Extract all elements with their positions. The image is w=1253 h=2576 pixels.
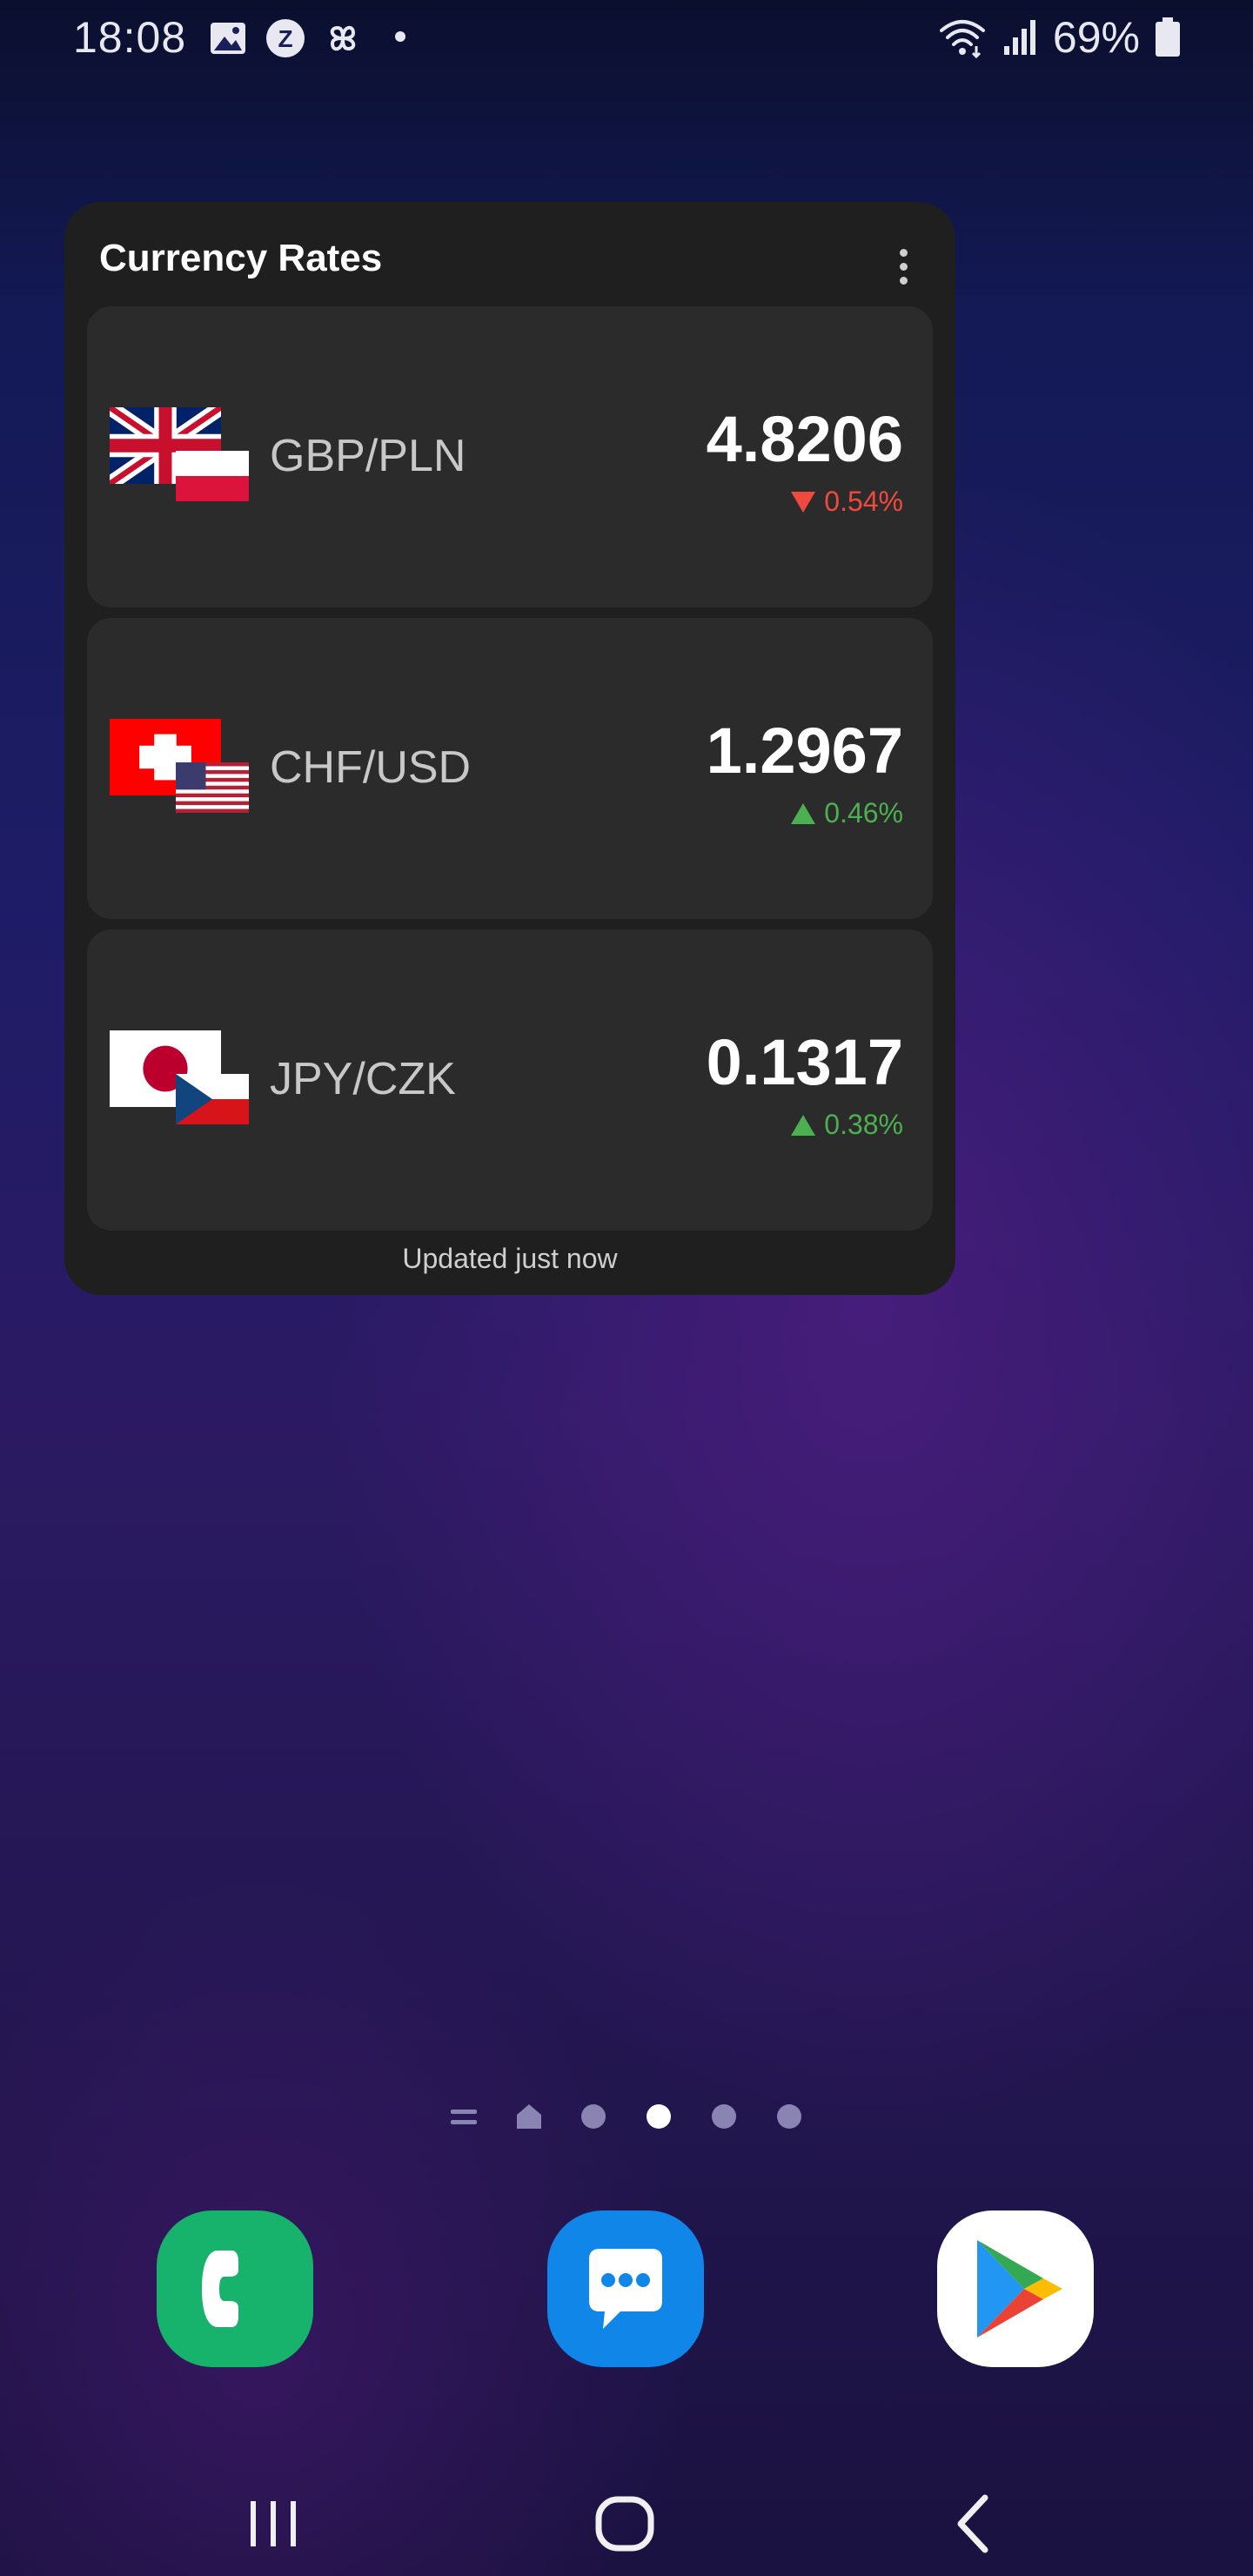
czech-flag-icon bbox=[176, 1074, 249, 1124]
battery-percent: 69% bbox=[1052, 13, 1140, 62]
change-percent: 0.38% bbox=[824, 1109, 903, 1140]
wifi-icon bbox=[939, 20, 985, 58]
more-options-icon[interactable] bbox=[886, 237, 921, 298]
status-bar: 18:08 Z 69% bbox=[0, 0, 1253, 78]
page-dot-active[interactable] bbox=[647, 2104, 671, 2129]
page-dot[interactable] bbox=[777, 2104, 801, 2129]
back-button-icon[interactable] bbox=[922, 2480, 1027, 2567]
triangle-up-icon bbox=[791, 1114, 816, 1136]
play-store-app-icon[interactable] bbox=[937, 2210, 1094, 2367]
change-indicator: 0.54% bbox=[791, 486, 903, 518]
rate-card-chf-usd[interactable]: CHF/USD 1.2967 0.46% bbox=[87, 618, 933, 919]
flags bbox=[110, 407, 258, 508]
flags bbox=[110, 719, 258, 820]
recent-apps-icon[interactable] bbox=[221, 2480, 325, 2567]
change-indicator: 0.46% bbox=[791, 797, 903, 829]
dot-icon bbox=[395, 31, 405, 42]
svg-text:Z: Z bbox=[278, 25, 292, 52]
status-right: 69% bbox=[938, 12, 1180, 63]
triangle-down-icon bbox=[791, 491, 816, 513]
home-indicator-icon[interactable] bbox=[515, 2103, 543, 2130]
rate-card-jpy-czk[interactable]: JPY/CZK 0.1317 0.38% bbox=[87, 929, 933, 1231]
signal-icon bbox=[1003, 20, 1035, 55]
triangle-up-icon bbox=[791, 802, 816, 824]
updated-text: Updated just now bbox=[402, 1243, 618, 1274]
page-dot[interactable] bbox=[712, 2104, 736, 2129]
menu-indicator-icon[interactable] bbox=[451, 2106, 477, 2129]
pinwheel-icon bbox=[330, 25, 356, 51]
change-percent: 0.46% bbox=[824, 797, 903, 828]
rate-value: 0.1317 bbox=[706, 1026, 903, 1098]
poland-flag-icon bbox=[176, 451, 249, 501]
page-dot[interactable] bbox=[581, 2104, 606, 2129]
battery-icon bbox=[1156, 17, 1180, 57]
home-button-icon[interactable] bbox=[573, 2480, 677, 2567]
status-time: 18:08 bbox=[73, 13, 187, 62]
change-percent: 0.54% bbox=[824, 486, 903, 517]
rate-value: 1.2967 bbox=[706, 714, 903, 787]
pair-label: GBP/PLN bbox=[270, 431, 466, 481]
z-app-icon: Z bbox=[266, 19, 305, 57]
navigation-bar bbox=[0, 2454, 1253, 2576]
page-indicator[interactable] bbox=[0, 2097, 1253, 2132]
messages-app-icon[interactable] bbox=[547, 2210, 704, 2367]
phone-app-icon[interactable] bbox=[157, 2210, 313, 2367]
rate-card-gbp-pln[interactable]: GBP/PLN 4.8206 0.54% bbox=[87, 306, 933, 607]
widget-title: Currency Rates bbox=[99, 237, 383, 279]
image-icon bbox=[211, 23, 245, 54]
pair-label: JPY/CZK bbox=[270, 1054, 456, 1104]
rate-value: 4.8206 bbox=[706, 403, 903, 475]
usa-flag-icon bbox=[176, 762, 249, 813]
flags bbox=[110, 1030, 258, 1131]
currency-rates-widget[interactable]: Currency Rates GBP/PLN 4.8206 0.54% CHF/… bbox=[64, 202, 955, 1295]
change-indicator: 0.38% bbox=[791, 1109, 903, 1141]
pair-label: CHF/USD bbox=[270, 742, 472, 793]
